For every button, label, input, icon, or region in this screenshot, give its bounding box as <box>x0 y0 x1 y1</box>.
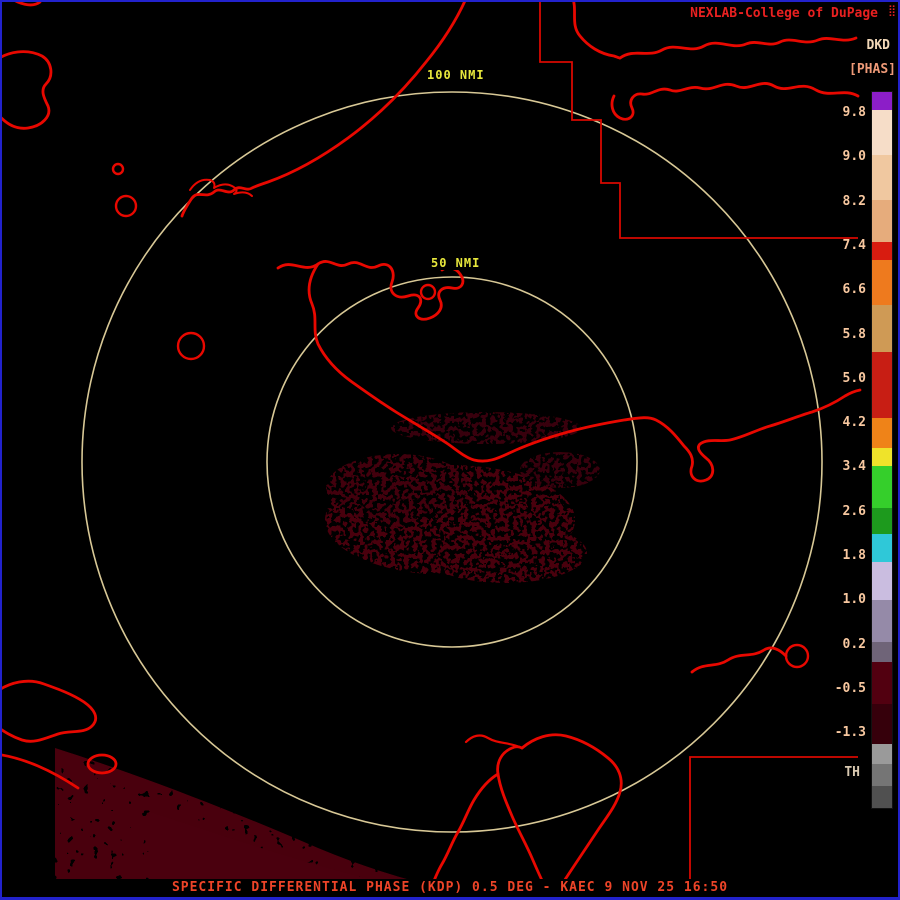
coastline-island-southwest <box>0 679 98 743</box>
coastline-northeast-upper <box>618 36 858 60</box>
colorbar-segment <box>872 764 892 786</box>
coastline-northeast-lower <box>610 82 860 121</box>
lake-outline-west <box>496 745 554 900</box>
colorbar-segment <box>872 786 892 808</box>
product-caption: SPECIFIC DIFFERENTIAL PHASE (KDP) 0.5 DE… <box>0 879 900 897</box>
range-ring-label-50nmi: 50 NMI <box>428 256 484 270</box>
nexlab-brand-text: NEXLAB-College of DuPage <box>690 6 878 21</box>
lake-circle-2 <box>176 331 206 361</box>
colorbar-segment <box>872 260 892 305</box>
colorbar-segment <box>872 704 892 744</box>
lake-circle-1 <box>114 194 138 218</box>
colorbar-segment <box>872 508 892 534</box>
lake-tail-southwest <box>426 772 500 898</box>
colorbar-segment <box>872 92 892 110</box>
colorbar-segment <box>872 448 892 466</box>
lake-connector-west <box>464 734 524 750</box>
colorbar-segment <box>872 600 892 642</box>
coastline-northeast-inlet <box>571 0 622 60</box>
colorbar-segment <box>872 534 892 562</box>
colorbar-segment <box>872 155 892 200</box>
colorbar <box>871 91 893 809</box>
river-southeast <box>690 646 788 674</box>
colorbar-segment <box>872 418 892 448</box>
colorbar-segment <box>872 352 892 418</box>
lake-circle-5 <box>111 162 125 176</box>
lake-circle-4 <box>419 283 437 301</box>
lake-outline-east <box>520 733 623 900</box>
colorbar-threshold-label: TH <box>844 765 860 780</box>
lake-circle-3 <box>784 643 810 669</box>
cod-logo-icon: ⣿ <box>887 4 896 17</box>
colorbar-segment <box>872 562 892 600</box>
colorbar-segment <box>872 466 892 508</box>
coastline-bay-main <box>307 262 862 483</box>
radar-display: 100 NMI 50 NMI NEXLAB-College of DuPage … <box>0 0 900 900</box>
product-code-label: DKD <box>866 38 890 53</box>
colorbar-segment <box>872 744 892 764</box>
colorbar-segment <box>872 642 892 662</box>
range-ring-label-100nmi: 100 NMI <box>424 68 488 82</box>
units-label: [PHAS] <box>849 62 896 77</box>
coastlines <box>0 0 862 900</box>
frame-border-left <box>0 0 2 900</box>
coastline-island-northwest <box>0 50 53 130</box>
colorbar-segment <box>872 305 892 352</box>
radar-echoes <box>325 412 600 583</box>
colorbar-segment <box>872 110 892 155</box>
colorbar-segment <box>872 662 892 704</box>
radar-map-canvas <box>0 0 862 900</box>
frame-border-top <box>0 0 900 2</box>
colorbar-segment <box>872 242 892 260</box>
colorbar-segment <box>872 200 892 242</box>
